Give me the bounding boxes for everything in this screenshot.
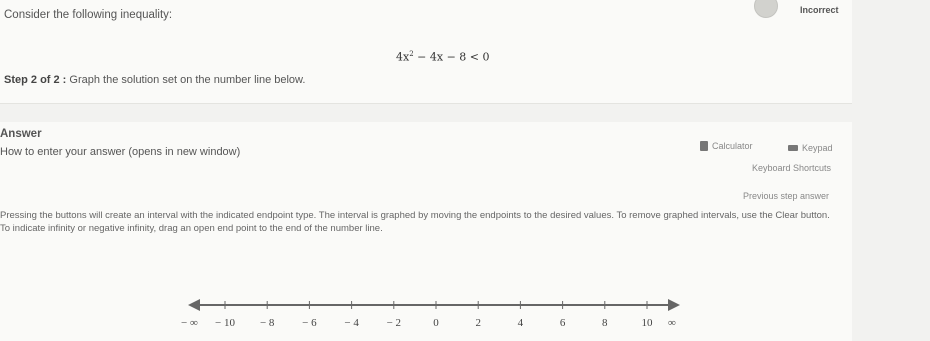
help-link[interactable]: How to enter your answer (opens in new w… xyxy=(0,146,240,158)
tick-label: 8 xyxy=(602,317,608,329)
tick-label: − 4 xyxy=(344,317,359,329)
keypad-label: Keypad xyxy=(802,143,833,153)
negative-infinity-label: − ∞ xyxy=(181,317,198,329)
tick-label: 0 xyxy=(433,317,439,329)
tick-label: − 2 xyxy=(387,317,401,329)
right-arrow-icon xyxy=(668,299,680,311)
equation-term: 4x xyxy=(396,50,410,64)
left-arrow-icon xyxy=(188,299,200,311)
calculator-button[interactable]: Calculator xyxy=(700,141,753,151)
equation-rest: − 4x − 8 < 0 xyxy=(413,50,490,64)
previous-step-answer-link[interactable]: Previous step answer xyxy=(743,191,829,201)
calculator-icon xyxy=(700,141,708,151)
tick-label: 4 xyxy=(518,317,524,329)
tick-label: 6 xyxy=(560,317,566,329)
tick-label: 2 xyxy=(475,317,481,329)
step-text: Graph the solution set on the number lin… xyxy=(66,74,306,86)
tick-label: − 8 xyxy=(260,317,275,329)
question-prompt: Consider the following inequality: xyxy=(4,9,173,21)
step-label: Step 2 of 2 : xyxy=(4,74,67,86)
status-badge: Incorrect xyxy=(800,5,839,15)
inequality-equation: 4x2 − 4x − 8 < 0 xyxy=(396,50,490,64)
positive-infinity-label: ∞ xyxy=(668,317,676,329)
keyboard-shortcuts-link[interactable]: Keyboard Shortcuts xyxy=(752,163,831,173)
keypad-icon xyxy=(788,145,798,151)
answer-heading: Answer xyxy=(0,128,42,140)
tick-label: − 10 xyxy=(215,317,235,329)
number-line[interactable]: − ∞ ∞ − 10 − 8 − 6 − 4 − 2 0 2 4 6 8 10 xyxy=(175,295,695,339)
keypad-button[interactable]: Keypad xyxy=(788,143,833,153)
tick-label: − 6 xyxy=(302,317,317,329)
graph-instructions: Pressing the buttons will create an inte… xyxy=(0,210,830,234)
step-instruction: Step 2 of 2 : Graph the solution set on … xyxy=(4,74,305,86)
tick-label: 10 xyxy=(642,317,654,329)
calculator-label: Calculator xyxy=(712,141,753,151)
